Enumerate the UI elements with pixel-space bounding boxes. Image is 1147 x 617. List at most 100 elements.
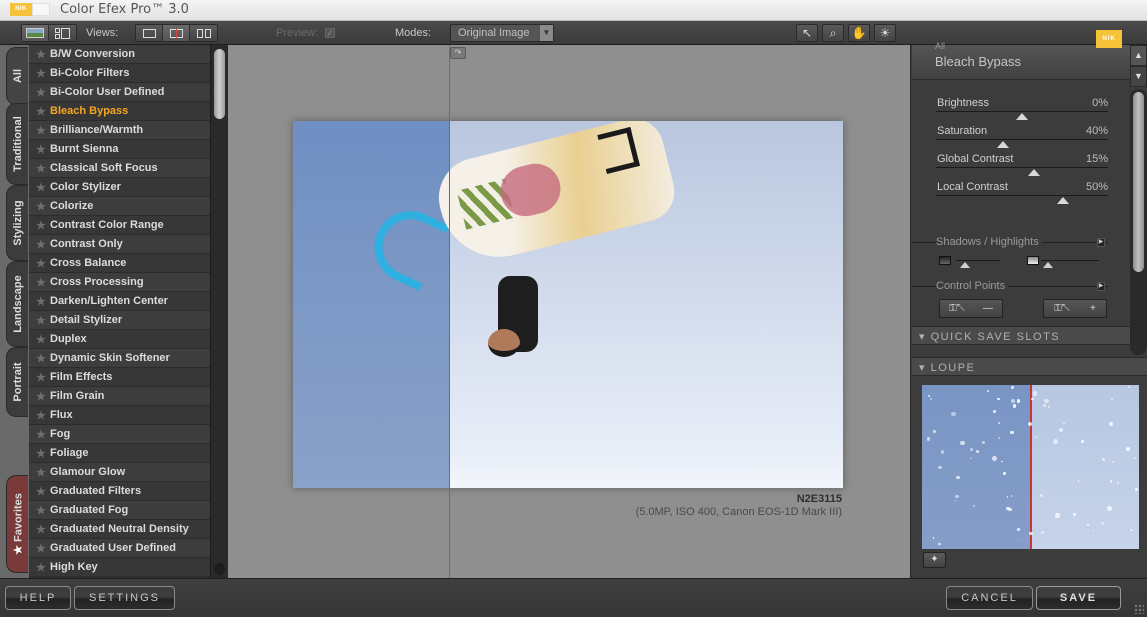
favorite-star-icon[interactable]: ★	[36, 333, 50, 346]
loupe-view[interactable]	[922, 385, 1139, 549]
hand-tool-button[interactable]: ✋	[848, 24, 870, 42]
loupe-pin-button[interactable]: ✦	[923, 552, 946, 568]
favorite-star-icon[interactable]: ★	[36, 542, 50, 555]
shadows-highlights-expand-button[interactable]: ▶	[1097, 238, 1105, 247]
filter-list-item[interactable]: ★ B/W Conversion	[29, 45, 210, 64]
highlights-slider-track[interactable]	[1041, 260, 1099, 261]
filter-list-item[interactable]: ★ Bleach Bypass	[29, 102, 210, 121]
tab-landscape[interactable]: Landscape	[6, 261, 28, 347]
filter-list-item[interactable]: ★ Contrast Color Range	[29, 216, 210, 235]
loupe-header[interactable]: ▾ LOUPE	[912, 357, 1147, 376]
filter-list-item[interactable]: ★ Film Grain	[29, 387, 210, 406]
tab-all[interactable]: All	[6, 47, 28, 105]
layout-single-button[interactable]	[22, 25, 49, 41]
filter-list-item[interactable]: ★ Classical Soft Focus	[29, 159, 210, 178]
filter-list-item[interactable]: ★ Brilliance/Warmth	[29, 121, 210, 140]
favorite-star-icon[interactable]: ★	[36, 390, 50, 403]
filter-list-item[interactable]: ★ High Key	[29, 558, 210, 577]
favorite-star-icon[interactable]: ★	[36, 409, 50, 422]
favorite-star-icon[interactable]: ★	[36, 428, 50, 441]
panel-scrollbar[interactable]	[1130, 89, 1147, 355]
filter-list-item[interactable]: ★ Cross Processing	[29, 273, 210, 292]
filter-list-item[interactable]: ★ Flux	[29, 406, 210, 425]
favorite-star-icon[interactable]: ★	[36, 200, 50, 213]
modes-dropdown[interactable]: Original Image ▼	[450, 24, 554, 42]
slider-track[interactable]	[936, 167, 1108, 168]
filter-list-item[interactable]: ★ Dynamic Skin Softener	[29, 349, 210, 368]
filter-list-item[interactable]: ★ Graduated Neutral Density	[29, 520, 210, 539]
remove-control-point-button[interactable]: ⚿↖ —	[939, 299, 1003, 318]
cancel-button[interactable]: CANCEL	[946, 586, 1033, 610]
favorite-star-icon[interactable]: ★	[36, 48, 50, 61]
quick-save-slots-header[interactable]: ▾ QUICK SAVE SLOTS	[912, 326, 1130, 345]
tab-favorites[interactable]: ★ Favorites	[6, 475, 28, 573]
filter-list-item[interactable]: ★ Graduated User Defined	[29, 539, 210, 558]
favorite-star-icon[interactable]: ★	[36, 352, 50, 365]
favorite-star-icon[interactable]: ★	[36, 276, 50, 289]
view-single-button[interactable]	[136, 25, 163, 41]
shadows-slider-track[interactable]	[956, 260, 1000, 261]
favorite-star-icon[interactable]: ★	[36, 238, 50, 251]
filter-list-item[interactable]: ★ Burnt Sienna	[29, 140, 210, 159]
slider-thumb[interactable]	[1057, 197, 1070, 204]
preview-checkbox[interactable]: ✓	[325, 28, 335, 38]
tab-traditional[interactable]: Traditional	[6, 103, 28, 185]
panel-scroll-down-button[interactable]: ▼	[1130, 66, 1147, 87]
slider-track[interactable]	[936, 139, 1108, 140]
filter-list-item[interactable]: ★ Film Effects	[29, 368, 210, 387]
filter-list-item[interactable]: ★ Duplex	[29, 330, 210, 349]
favorite-star-icon[interactable]: ★	[36, 523, 50, 536]
panel-scrollbar-thumb[interactable]	[1133, 92, 1144, 272]
favorite-star-icon[interactable]: ★	[36, 124, 50, 137]
layout-browser-button[interactable]	[49, 25, 76, 41]
slider-thumb[interactable]	[997, 141, 1010, 148]
favorite-star-icon[interactable]: ★	[36, 86, 50, 99]
view-split-button[interactable]	[163, 25, 190, 41]
slider-track[interactable]	[936, 195, 1108, 196]
favorite-star-icon[interactable]: ★	[36, 143, 50, 156]
help-button[interactable]: HELP	[5, 586, 71, 610]
control-points-expand-button[interactable]: ▶	[1097, 282, 1105, 291]
shadows-slider-thumb[interactable]	[959, 262, 970, 268]
light-tool-button[interactable]: ☀	[874, 24, 896, 42]
favorite-star-icon[interactable]: ★	[36, 219, 50, 232]
settings-button[interactable]: SETTINGS	[74, 586, 175, 610]
favorite-star-icon[interactable]: ★	[36, 447, 50, 460]
add-control-point-button[interactable]: ⚿↖ +	[1043, 299, 1107, 318]
slider-thumb[interactable]	[1016, 113, 1028, 120]
favorite-star-icon[interactable]: ★	[36, 561, 50, 574]
split-line[interactable]	[449, 45, 450, 578]
tab-stylizing[interactable]: Stylizing	[6, 185, 28, 261]
favorite-star-icon[interactable]: ★	[36, 257, 50, 270]
favorite-star-icon[interactable]: ★	[36, 181, 50, 194]
favorite-star-icon[interactable]: ★	[36, 162, 50, 175]
slider-track[interactable]	[936, 111, 1108, 112]
tab-portrait[interactable]: Portrait	[6, 347, 28, 417]
favorite-star-icon[interactable]: ★	[36, 504, 50, 517]
filter-list-item[interactable]: ★ Fog	[29, 425, 210, 444]
preview-image[interactable]	[293, 121, 843, 488]
highlights-slider-thumb[interactable]	[1042, 262, 1053, 268]
filter-list-item[interactable]: ★ Detail Stylizer	[29, 311, 210, 330]
zoom-tool-button[interactable]: ⌕	[822, 24, 844, 42]
panel-scroll-up-button[interactable]: ▲	[1130, 45, 1147, 66]
favorite-star-icon[interactable]: ★	[36, 105, 50, 118]
filter-list-item[interactable]: ★ Glamour Glow	[29, 463, 210, 482]
split-rotate-handle[interactable]: ↷	[450, 47, 466, 59]
pointer-tool-button[interactable]: ↖	[796, 24, 818, 42]
filter-list-item[interactable]: ★ Colorize	[29, 197, 210, 216]
filter-list-item[interactable]: ★ Cross Balance	[29, 254, 210, 273]
view-side-by-side-button[interactable]	[190, 25, 217, 41]
filter-list-item[interactable]: ★ Bi-Color Filters	[29, 64, 210, 83]
filter-list-item[interactable]: ★ Foliage	[29, 444, 210, 463]
favorite-star-icon[interactable]: ★	[36, 466, 50, 479]
filter-list-item[interactable]: ★ Contrast Only	[29, 235, 210, 254]
filter-list-item[interactable]: ★ Graduated Fog	[29, 501, 210, 520]
filter-list-item[interactable]: ★ Color Stylizer	[29, 178, 210, 197]
filter-list-item[interactable]: ★ Bi-Color User Defined	[29, 83, 210, 102]
filter-list-scrollbar[interactable]	[210, 45, 228, 578]
favorite-star-icon[interactable]: ★	[36, 67, 50, 80]
save-button[interactable]: SAVE	[1036, 586, 1121, 610]
slider-thumb[interactable]	[1028, 169, 1041, 176]
resize-grip[interactable]	[1134, 604, 1144, 614]
